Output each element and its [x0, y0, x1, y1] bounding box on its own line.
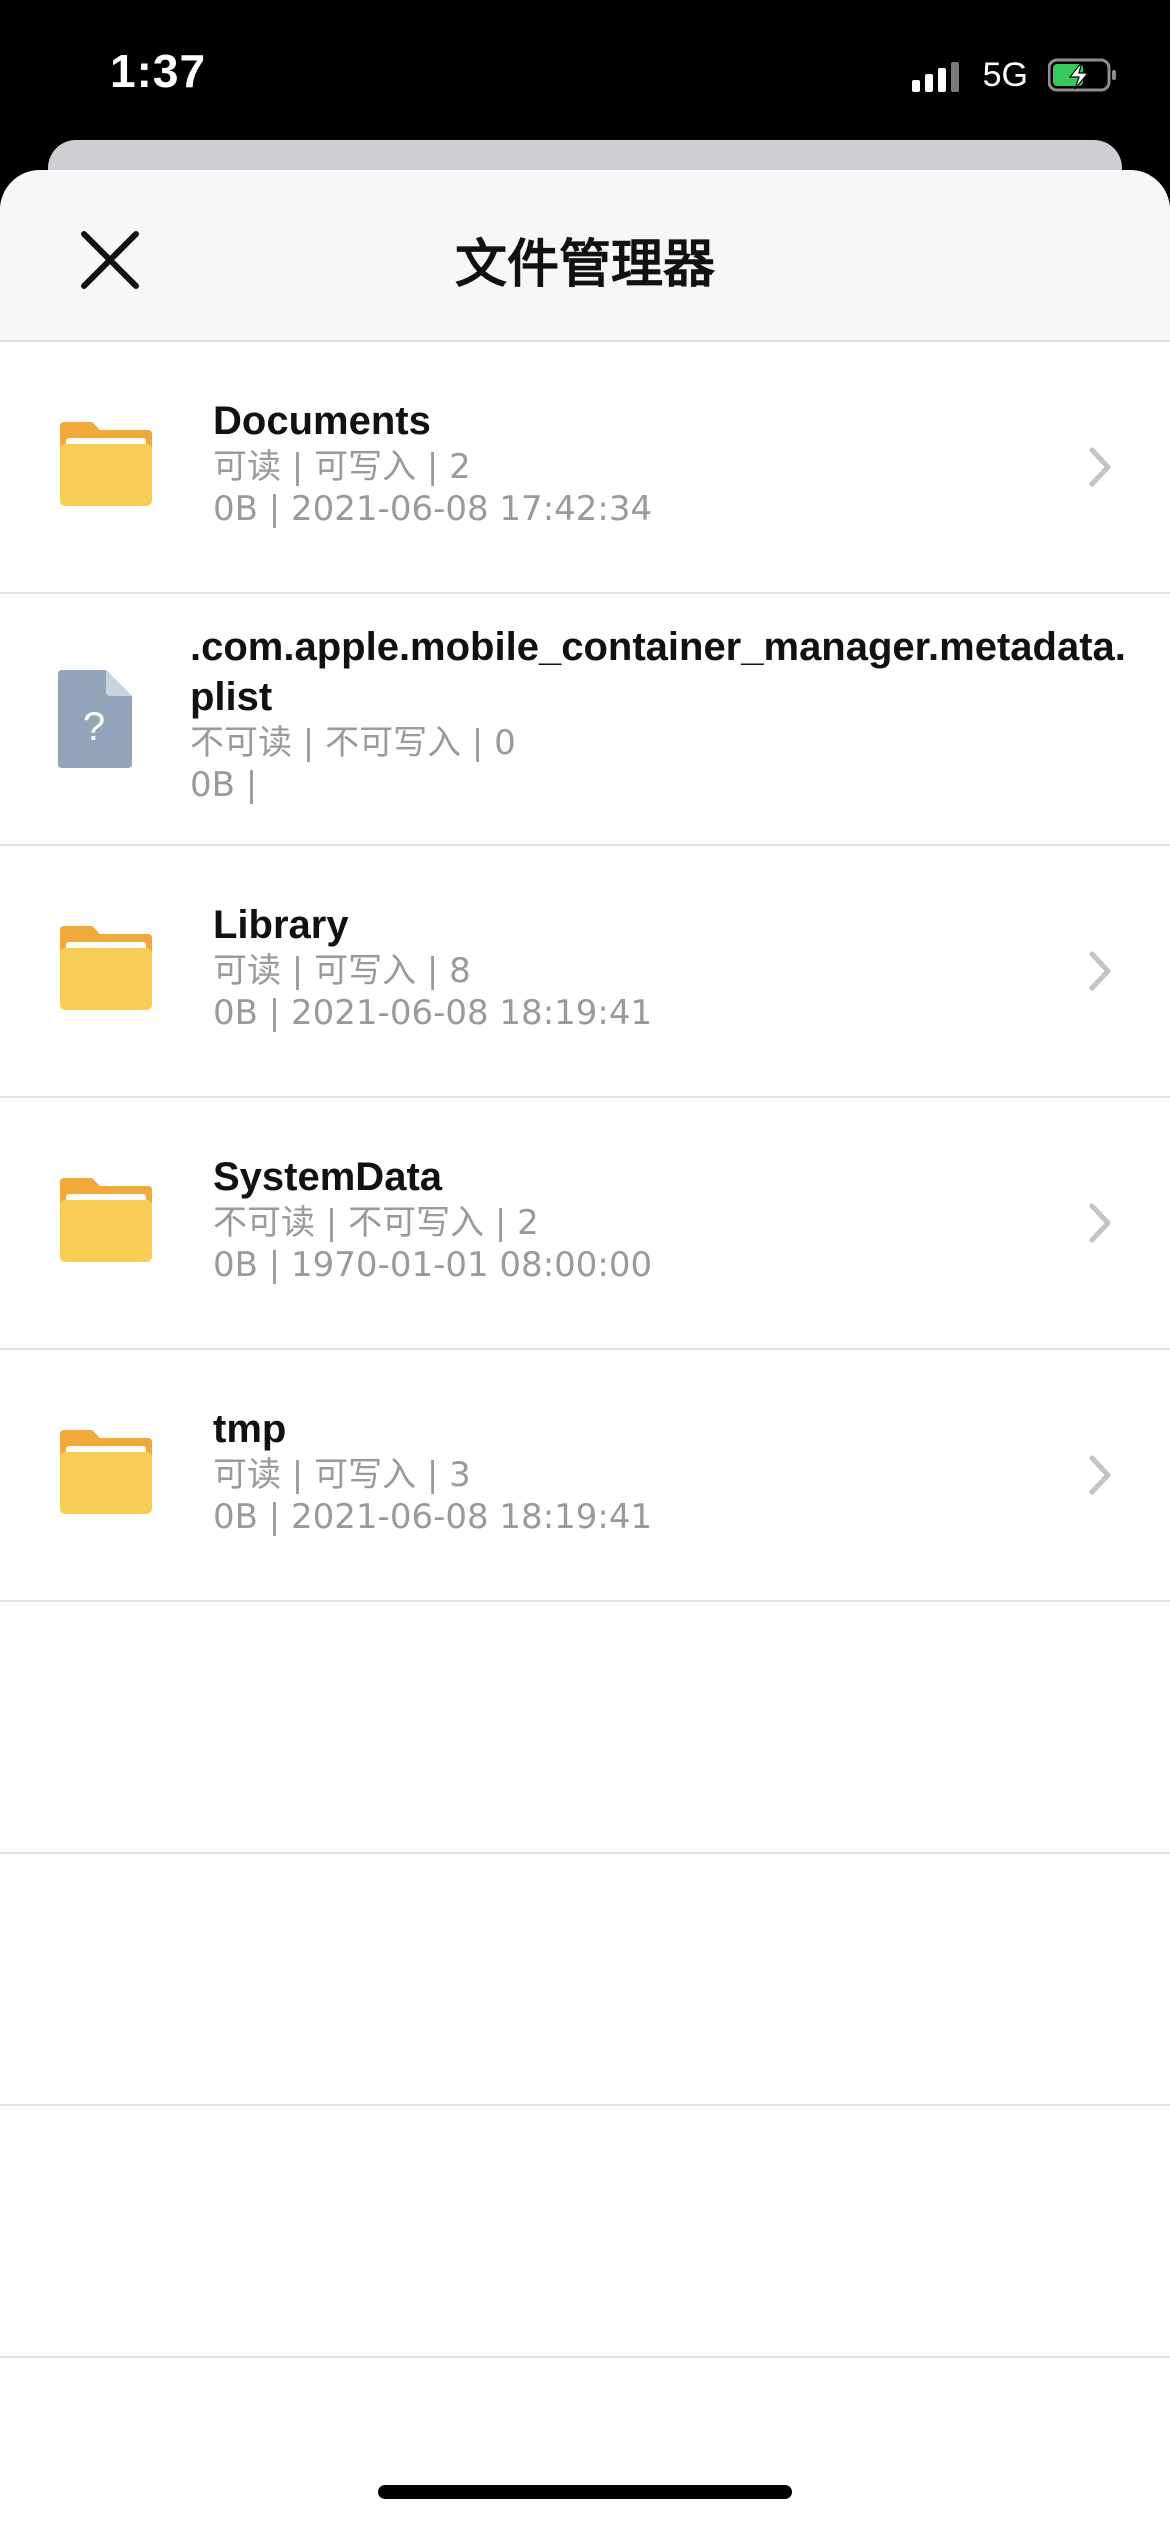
item-permissions: 可读 | 可写入 | 2: [213, 447, 471, 487]
item-info: 0B |: [190, 765, 258, 805]
page-title: 文件管理器: [454, 235, 715, 295]
unknown-file-icon: ?: [58, 670, 132, 768]
folder-icon: [60, 926, 152, 1010]
list-item-documents[interactable]: Documents 可读 | 可写入 | 2 0B | 2021-06-08 1…: [0, 342, 1170, 594]
list-item-library[interactable]: Library 可读 | 可写入 | 8 0B | 2021-06-08 18:…: [0, 846, 1170, 1098]
cellular-signal-icon: [911, 58, 959, 92]
item-permissions: 不可读 | 不可写入 | 2: [213, 1203, 539, 1243]
chevron-right-icon: [1089, 1203, 1111, 1243]
item-permissions: 可读 | 可写入 | 3: [213, 1455, 471, 1495]
status-time: 1:37: [110, 45, 207, 97]
item-info: 0B | 1970-01-01 08:00:00: [213, 1245, 653, 1285]
network-type: 5G: [982, 55, 1028, 94]
list-item-plist-file[interactable]: ? .com.apple.mobile_container_manager.me…: [0, 594, 1170, 846]
status-bar: 1:37 5G: [0, 0, 1170, 140]
item-text: Library 可读 | 可写入 | 8 0B | 2021-06-08 18:…: [213, 900, 1060, 1034]
folder-icon: [60, 422, 152, 506]
empty-row: [0, 2106, 1170, 2358]
chevron-right-icon: [1089, 1455, 1111, 1495]
item-name: tmp: [213, 1407, 287, 1451]
item-text: .com.apple.mobile_container_manager.meta…: [190, 622, 1130, 806]
empty-row: [0, 1602, 1170, 1854]
item-name: .com.apple.mobile_container_manager.meta…: [190, 625, 1126, 719]
svg-text:?: ?: [83, 705, 105, 749]
list-item-tmp[interactable]: tmp 可读 | 可写入 | 3 0B | 2021-06-08 18:19:4…: [0, 1350, 1170, 1602]
item-permissions: 可读 | 可写入 | 8: [213, 951, 471, 991]
battery-charging-icon: [1048, 58, 1116, 92]
chevron-right-icon: [1089, 447, 1111, 487]
item-info: 0B | 2021-06-08 17:42:34: [213, 489, 653, 529]
item-text: Documents 可读 | 可写入 | 2 0B | 2021-06-08 1…: [213, 396, 1060, 530]
empty-row: [0, 1854, 1170, 2106]
item-text: SystemData 不可读 | 不可写入 | 2 0B | 1970-01-0…: [213, 1152, 1060, 1286]
item-name: Library: [213, 903, 349, 947]
status-indicators: 5G: [911, 52, 1118, 98]
item-name: SystemData: [213, 1155, 443, 1199]
item-text: tmp 可读 | 可写入 | 3 0B | 2021-06-08 18:19:4…: [213, 1404, 1060, 1538]
navigation-bar: 文件管理器: [0, 170, 1170, 342]
list-item-systemdata[interactable]: SystemData 不可读 | 不可写入 | 2 0B | 1970-01-0…: [0, 1098, 1170, 1350]
item-info: 0B | 2021-06-08 18:19:41: [213, 1497, 653, 1537]
file-manager-sheet: 文件管理器 Documents 可读 | 可写入 | 2 0B | 2021-0…: [0, 170, 1170, 2532]
chevron-right-icon: [1089, 951, 1111, 991]
item-permissions: 不可读 | 不可写入 | 0: [190, 723, 516, 763]
folder-icon: [60, 1430, 152, 1514]
item-info: 0B | 2021-06-08 18:19:41: [213, 993, 653, 1033]
item-name: Documents: [213, 399, 431, 443]
folder-icon: [60, 1178, 152, 1262]
home-indicator[interactable]: [378, 2485, 792, 2499]
